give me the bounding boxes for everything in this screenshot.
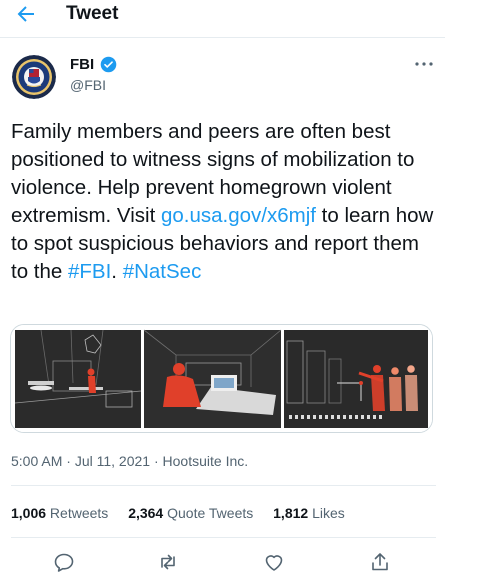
quote-tweets-count: 2,364 — [128, 505, 164, 521]
top-bar: Tweet — [0, 0, 445, 30]
tweet-meta: 5:00 AM · Jul 11, 2021 · Hootsuite Inc. — [11, 453, 248, 469]
tweet-text: Family members and peers are often best … — [11, 118, 436, 286]
verified-badge-icon — [100, 56, 117, 73]
meta-divider — [11, 485, 436, 486]
stats-divider — [11, 537, 436, 538]
retweets-count: 1,006 — [11, 505, 47, 521]
fbi-seal-icon — [12, 55, 56, 99]
reply-icon[interactable] — [52, 550, 76, 574]
likes-stat[interactable]: 1,812 Likes — [273, 505, 345, 521]
tweet-media[interactable] — [10, 324, 433, 433]
arrow-left-icon[interactable] — [14, 2, 38, 26]
tweet-text-part: . — [111, 260, 123, 283]
panel-3 — [284, 330, 428, 428]
retweets-stat[interactable]: 1,006 Retweets — [11, 505, 108, 521]
hashtag-natsec[interactable]: #NatSec — [123, 260, 202, 283]
tweet-date[interactable]: Jul 11, 2021 — [75, 453, 150, 469]
hashtag-fbi[interactable]: #FBI — [68, 260, 111, 283]
more-options-icon[interactable] — [412, 56, 436, 72]
meta-separator: · — [150, 453, 163, 469]
likes-count: 1,812 — [273, 505, 309, 521]
share-icon[interactable] — [368, 550, 392, 574]
author-name[interactable]: FBI — [70, 56, 94, 73]
tweet-source[interactable]: Hootsuite Inc. — [163, 453, 249, 469]
page-title: Tweet — [66, 3, 119, 24]
quote-tweets-label: Quote Tweets — [163, 505, 254, 521]
tweet-actions — [0, 548, 445, 578]
retweet-icon[interactable] — [156, 550, 180, 574]
tweet-link[interactable]: go.usa.gov/x6mjf — [161, 204, 316, 227]
meta-separator: · — [62, 453, 75, 469]
header-divider — [0, 37, 445, 38]
panel-2 — [143, 329, 282, 428]
panel-1 — [14, 329, 142, 428]
author-handle[interactable]: @FBI — [70, 77, 106, 93]
tweet-time[interactable]: 5:00 AM — [11, 453, 62, 469]
likes-label: Likes — [308, 505, 345, 521]
media-illustration — [11, 325, 432, 432]
tweet-stats: 1,006 Retweets 2,364 Quote Tweets 1,812 … — [11, 505, 361, 521]
like-icon[interactable] — [262, 550, 286, 574]
avatar[interactable] — [12, 55, 56, 99]
quote-tweets-stat[interactable]: 2,364 Quote Tweets — [128, 505, 253, 521]
retweets-label: Retweets — [46, 505, 109, 521]
